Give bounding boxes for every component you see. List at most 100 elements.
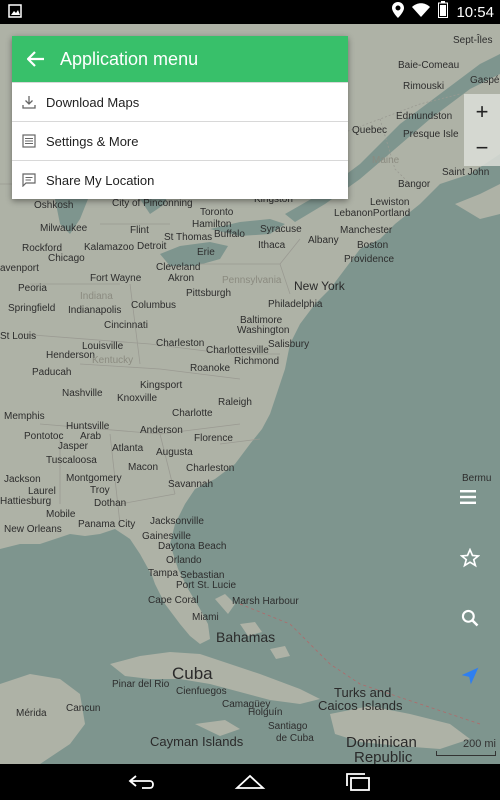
search-icon	[461, 609, 479, 627]
label-boston: Boston	[357, 240, 389, 251]
label-albany: Albany	[308, 235, 339, 246]
label-columbus: Columbus	[131, 300, 177, 311]
back-icon	[128, 775, 154, 789]
label-pittsburgh: Pittsburgh	[186, 288, 232, 299]
label-baie-comeau: Baie-Comeau	[398, 60, 460, 71]
settings-list-icon	[12, 134, 46, 148]
label-jackson: Jackson	[4, 474, 41, 485]
label-florence: Florence	[194, 433, 233, 444]
label-tuscaloosa: Tuscaloosa	[46, 455, 97, 466]
label-kalamazoo: Kalamazoo	[84, 242, 135, 253]
label-memphis: Memphis	[4, 411, 45, 422]
label-marsh-harbour: Marsh Harbour	[232, 596, 299, 607]
back-arrow-icon	[27, 51, 44, 67]
zoom-in-button[interactable]: +	[464, 94, 500, 130]
label-fort-wayne: Fort Wayne	[90, 273, 142, 284]
star-icon	[460, 548, 480, 568]
label-richmond: Richmond	[234, 356, 280, 367]
label-paducah: Paducah	[32, 367, 72, 378]
label-presque-isle: Presque Isle	[403, 129, 459, 140]
label-oshkosh: Oshkosh	[34, 200, 74, 211]
label-st-louis: St Louis	[0, 331, 37, 342]
label-milwaukee: Milwaukee	[40, 223, 88, 234]
label-springfield: Springfield	[8, 303, 56, 314]
label-montgomery: Montgomery	[66, 473, 122, 484]
image-notification-icon	[8, 4, 24, 20]
battery-icon	[438, 1, 449, 23]
search-button[interactable]	[460, 608, 500, 652]
label-cleveland: Cleveland	[156, 262, 201, 273]
label-buffalo: Buffalo	[214, 229, 245, 240]
label-providence: Providence	[344, 254, 395, 265]
label-indiana: Indiana	[80, 291, 113, 302]
label-charleston-sc: Charleston	[186, 463, 235, 474]
label-lewiston: Lewiston	[370, 197, 410, 208]
menu-item-label: Download Maps	[46, 94, 140, 110]
label-cancun: Cancun	[66, 703, 101, 714]
label-philadelphia: Philadelphia	[268, 299, 323, 310]
label-sept-iles: Sept-Îles	[453, 35, 493, 46]
label-new-orleans: New Orleans	[4, 524, 62, 535]
label-flint: Flint	[130, 225, 149, 236]
label-rimouski: Rimouski	[403, 81, 445, 92]
label-city-of-pinconning: City of Pinconning	[112, 198, 193, 209]
label-anderson: Anderson	[140, 425, 183, 436]
label-bermuda: Bermu	[462, 473, 492, 484]
menu-button[interactable]	[460, 490, 500, 534]
zoom-out-button[interactable]: −	[464, 130, 500, 166]
label-de-cuba: de Cuba	[276, 733, 314, 744]
label-tampa: Tampa	[148, 568, 179, 579]
menu-item-share-location[interactable]: Share My Location	[12, 160, 348, 199]
map-scale-label: 200 mi	[462, 738, 496, 750]
label-ithaca: Ithaca	[258, 240, 286, 251]
label-davenport: avenport	[0, 263, 39, 274]
label-dominican: Dominican	[346, 734, 417, 751]
label-savannah: Savannah	[168, 479, 214, 490]
nav-back-button[interactable]	[122, 770, 162, 794]
label-chicago: Chicago	[48, 253, 85, 264]
nav-recents-button[interactable]	[338, 770, 378, 794]
label-indianapolis: Indianapolis	[68, 305, 122, 316]
favorites-button[interactable]	[460, 548, 500, 592]
label-st-thomas: St Thomas	[164, 232, 213, 243]
label-charlottesville: Charlottesville	[206, 345, 269, 356]
menu-title: Application menu	[60, 48, 199, 69]
label-raleigh: Raleigh	[218, 397, 252, 408]
label-peoria: Peoria	[18, 283, 47, 294]
menu-item-label: Share My Location	[46, 172, 155, 188]
menu-item-download-maps[interactable]: Download Maps	[12, 82, 348, 121]
menu-header: Application menu	[12, 36, 348, 82]
label-pennsylvania: Pennsylvania	[222, 275, 282, 286]
label-miami: Miami	[192, 612, 219, 623]
label-cayman-islands: Cayman Islands	[150, 734, 244, 749]
recents-icon	[346, 773, 370, 791]
message-icon	[12, 173, 46, 187]
map-scale-bar	[436, 751, 496, 756]
wifi-icon	[412, 2, 431, 22]
label-manchester: Manchester	[340, 225, 393, 236]
my-location-button[interactable]	[460, 666, 500, 710]
label-port-st-lucie: Port St. Lucie	[176, 580, 237, 591]
label-cincinnati: Cincinnati	[104, 320, 148, 331]
label-orlando: Orlando	[166, 555, 202, 566]
label-holguin: Holguín	[248, 707, 283, 718]
label-macon: Macon	[128, 462, 159, 473]
label-caicos-islands: Caicos Islands	[318, 698, 403, 713]
label-henderson: Henderson	[46, 350, 95, 361]
hamburger-icon	[460, 490, 476, 504]
label-toronto: Toronto	[200, 207, 234, 218]
label-dothan: Dothan	[94, 498, 127, 509]
label-bahamas: Bahamas	[216, 629, 276, 645]
label-charlotte: Charlotte	[172, 408, 213, 419]
label-daytona-beach: Daytona Beach	[158, 541, 227, 552]
label-lebanon: LebanonPortland	[334, 208, 411, 219]
back-button[interactable]	[12, 36, 60, 82]
label-cienfuegos: Cienfuegos	[176, 686, 227, 697]
label-saint-john: Saint John	[442, 167, 490, 178]
nav-home-button[interactable]	[230, 770, 270, 794]
label-gaspe: Gaspé	[470, 75, 500, 86]
label-detroit: Detroit	[137, 241, 167, 252]
menu-item-settings[interactable]: Settings & More	[12, 121, 348, 160]
label-hattiesburg: Hattiesburg	[0, 496, 52, 507]
status-time: 10:54	[456, 3, 494, 21]
